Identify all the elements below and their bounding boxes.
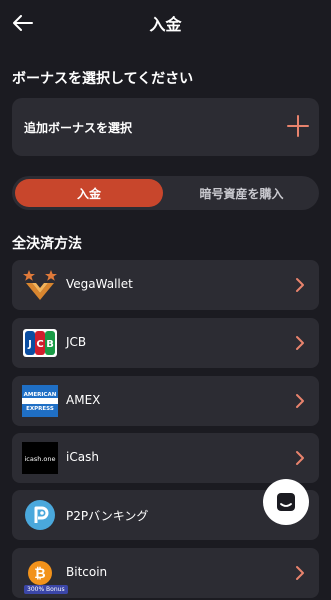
- svg-text:₿: ₿: [34, 566, 45, 582]
- method-label: AMEX: [66, 393, 101, 407]
- header: 入金: [0, 0, 331, 46]
- amex-logo-icon: AMERICAN EXPRESS: [22, 384, 58, 418]
- plus-icon: [287, 115, 309, 137]
- p2p-logo-icon: [22, 498, 58, 532]
- vegawallet-logo-icon: [22, 268, 58, 302]
- method-label: P2Pバンキング: [66, 509, 149, 523]
- bonus-section-title: ボーナスを選択してください: [12, 71, 194, 87]
- chevron-right-icon: [296, 336, 304, 350]
- chevron-right-icon: [296, 394, 304, 408]
- bitcoin-bonus-badge: 300% Bonus: [24, 585, 68, 594]
- chat-button[interactable]: [263, 479, 309, 525]
- svg-text:B: B: [46, 339, 54, 350]
- payment-methods-title: 全決済方法: [12, 236, 82, 252]
- payment-method-vegawallet[interactable]: VegaWallet: [12, 260, 319, 310]
- method-label: JCB: [66, 335, 87, 349]
- select-bonus-card[interactable]: 追加ボーナスを選択: [12, 98, 319, 156]
- method-label: VegaWallet: [66, 277, 133, 291]
- payment-method-jcb[interactable]: J C B JCB: [12, 318, 319, 368]
- payment-method-amex[interactable]: AMERICAN EXPRESS AMEX: [12, 376, 319, 426]
- tab-buy-crypto[interactable]: 暗号資産を購入: [167, 179, 316, 207]
- page-title: 入金: [149, 15, 182, 34]
- select-bonus-label: 追加ボーナスを選択: [24, 121, 133, 135]
- svg-text:C: C: [36, 339, 43, 350]
- jcb-logo-icon: J C B: [22, 326, 58, 360]
- add-bonus-button[interactable]: [287, 115, 309, 137]
- deposit-tabs: 入金 暗号資産を購入: [12, 176, 319, 210]
- chat-icon: [277, 493, 295, 511]
- method-label: Bitcoin: [66, 565, 108, 579]
- svg-text:icash.one: icash.one: [24, 455, 55, 463]
- icash-logo-icon: icash.one: [22, 441, 58, 475]
- chevron-right-icon: [296, 451, 304, 465]
- svg-text:J: J: [27, 339, 32, 350]
- method-label: iCash: [66, 450, 99, 464]
- chevron-right-icon: [296, 278, 304, 292]
- payment-method-icash[interactable]: icash.one iCash: [12, 433, 319, 483]
- tab-deposit[interactable]: 入金: [15, 179, 163, 207]
- chevron-right-icon: [296, 566, 304, 580]
- svg-text:EXPRESS: EXPRESS: [26, 406, 54, 412]
- svg-text:AMERICAN: AMERICAN: [24, 392, 57, 398]
